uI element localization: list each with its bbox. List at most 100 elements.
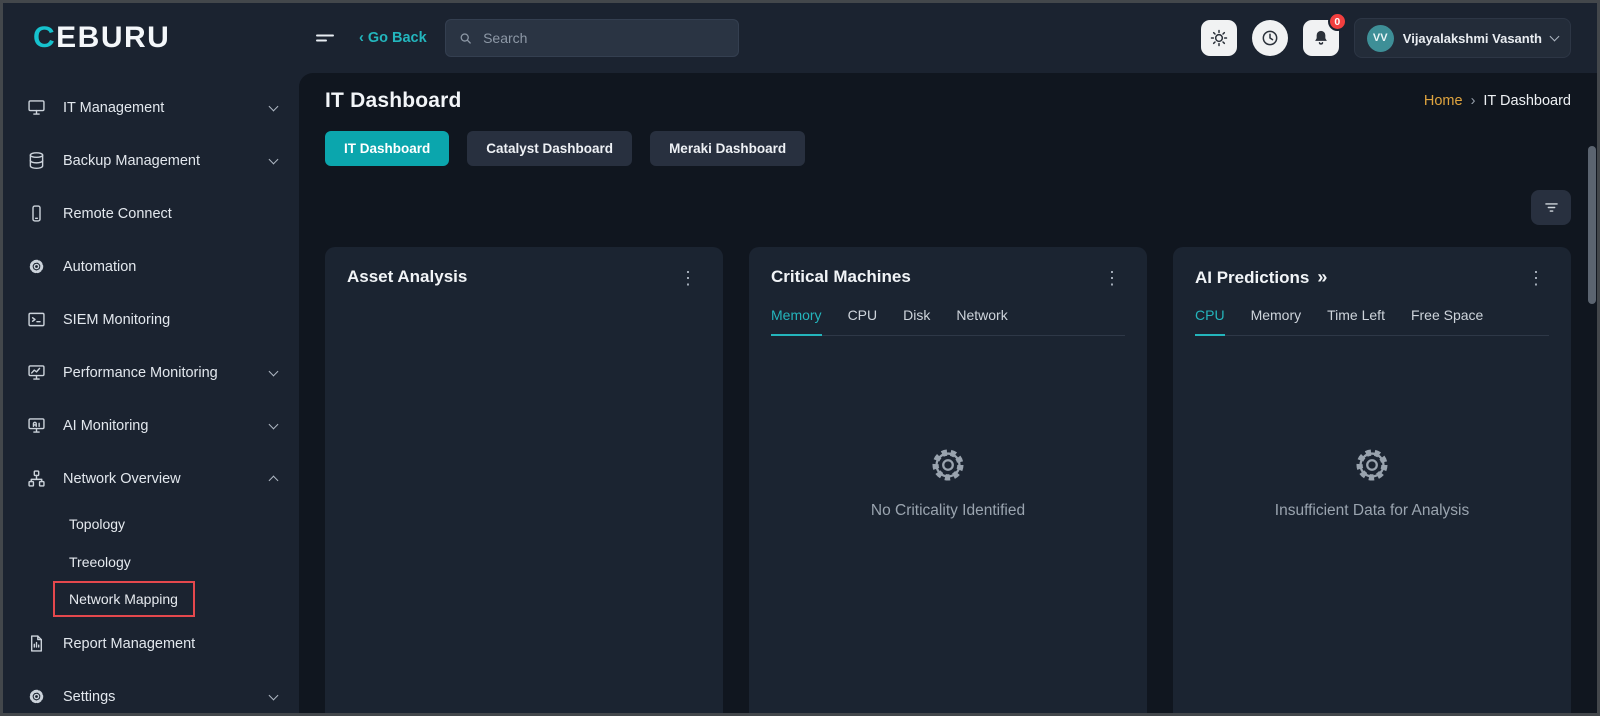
kebab-menu-icon[interactable]: ⋮ — [675, 267, 701, 289]
card-title: Critical Machines — [771, 267, 911, 286]
critical-machines-card: Critical Machines ⋮ Memory CPU Disk Netw… — [749, 247, 1147, 713]
asset-analysis-card: Asset Analysis ⋮ — [325, 247, 723, 713]
tab-cpu[interactable]: CPU — [848, 307, 878, 335]
kebab-menu-icon[interactable]: ⋮ — [1099, 267, 1125, 289]
chevron-down-icon — [268, 154, 279, 164]
avatar: VV — [1366, 24, 1394, 52]
sidebar-item-topology[interactable]: Topology — [3, 505, 299, 543]
go-back-label: Go Back — [367, 30, 427, 46]
tab-disk[interactable]: Disk — [903, 307, 930, 335]
header-actions: 0 VV Vijayalakshmi Vasanth — [1200, 12, 1571, 58]
remote-connect-icon — [25, 203, 47, 225]
tab-it-dashboard[interactable]: IT Dashboard — [325, 131, 450, 166]
clock-icon — [1262, 30, 1278, 46]
chevron-down-icon — [1549, 31, 1560, 42]
siem-monitoring-icon — [25, 309, 47, 331]
top-bar: CEBURU ‹ Go Back Search 0 VV Vijayalaksh… — [3, 3, 1597, 73]
expand-arrows-icon[interactable]: » — [1317, 267, 1327, 288]
tab-cpu[interactable]: CPU — [1195, 307, 1225, 336]
card-title: Asset Analysis — [347, 267, 468, 286]
user-name: Vijayalakshmi Vasanth — [1402, 30, 1542, 46]
sidebar-item-network-overview[interactable]: Network Overview — [3, 452, 299, 505]
sidebar-item-ai-monitoring[interactable]: AI Monitoring — [3, 399, 299, 452]
filter-button[interactable] — [1531, 190, 1571, 225]
go-back-link[interactable]: ‹ Go Back — [359, 30, 427, 46]
sun-icon — [1210, 29, 1228, 47]
network-overview-icon — [25, 468, 47, 490]
breadcrumb: Home › IT Dashboard — [1424, 93, 1571, 109]
ai-predictions-tabs: CPU Memory Time Left Free Space — [1195, 307, 1549, 336]
theme-toggle-button[interactable] — [1200, 20, 1237, 56]
gear-icon — [932, 449, 964, 481]
sidebar-item-siem-monitoring[interactable]: SIEM Monitoring — [3, 293, 299, 346]
tab-meraki-dashboard[interactable]: Meraki Dashboard — [650, 131, 806, 166]
app-window: CEBURU ‹ Go Back Search 0 VV Vijayalaksh… — [0, 0, 1600, 716]
empty-state: No Criticality Identified — [771, 444, 1125, 520]
empty-message: Insufficient Data for Analysis — [1274, 502, 1470, 519]
sidebar-item-treeology[interactable]: Treeology — [3, 543, 299, 581]
sidebar-item-automation[interactable]: Automation — [3, 240, 299, 293]
card-title-text: AI Predictions — [1195, 267, 1310, 287]
sidebar-item-remote-connect[interactable]: Remote Connect — [3, 187, 299, 240]
critical-machines-tabs: Memory CPU Disk Network — [771, 307, 1125, 336]
kebab-menu-icon[interactable]: ⋮ — [1523, 267, 1549, 289]
gear-icon — [1356, 449, 1388, 481]
menu-icon[interactable] — [309, 22, 341, 54]
filter-icon — [1544, 203, 1558, 212]
user-menu[interactable]: VV Vijayalakshmi Vasanth — [1353, 18, 1571, 58]
tab-free-space[interactable]: Free Space — [1411, 307, 1483, 335]
report-management-icon — [25, 633, 47, 655]
sidebar-subitem-label: Topology — [69, 516, 126, 532]
bell-icon — [1314, 30, 1327, 45]
backup-management-icon — [25, 150, 47, 172]
breadcrumb-current: IT Dashboard — [1483, 93, 1571, 109]
chevron-up-icon — [268, 475, 279, 486]
it-management-icon — [25, 97, 47, 119]
sidebar-item-performance-monitoring[interactable]: Performance Monitoring — [3, 346, 299, 399]
search-input[interactable] — [483, 30, 726, 46]
chevron-down-icon — [268, 419, 279, 429]
sidebar-item-label: Remote Connect — [63, 205, 172, 222]
performance-monitoring-icon — [25, 362, 47, 384]
logo-first-letter: C — [33, 21, 57, 54]
page-head: IT Dashboard Home › IT Dashboard — [325, 89, 1571, 113]
ai-predictions-card: AI Predictions » ⋮ CPU Memory Time Left … — [1173, 247, 1571, 713]
network-mapping-highlight-box: Network Mapping — [53, 581, 195, 617]
chevron-down-icon — [268, 101, 279, 111]
dashboard-tabs: IT Dashboard Catalyst Dashboard Meraki D… — [325, 131, 1571, 166]
card-head: Critical Machines ⋮ — [771, 267, 1125, 289]
sidebar-item-label: Automation — [63, 258, 137, 275]
breadcrumb-home-link[interactable]: Home — [1424, 93, 1463, 109]
chevron-down-icon — [268, 690, 279, 700]
automation-icon — [25, 256, 47, 278]
sidebar-item-label: Backup Management — [63, 152, 201, 169]
ceburu-logo[interactable]: CEBURU — [33, 21, 299, 55]
search-box[interactable] — [444, 19, 739, 57]
sidebar-item-it-management[interactable]: IT Management — [3, 81, 299, 134]
tab-memory[interactable]: Memory — [771, 307, 822, 336]
logo-area: CEBURU — [3, 21, 299, 55]
card-head: Asset Analysis ⋮ — [347, 267, 701, 289]
scrollbar-thumb[interactable] — [1588, 146, 1596, 304]
header-main: ‹ Go Back Search 0 VV Vijayalakshmi Vasa… — [299, 12, 1597, 58]
chevron-down-icon — [268, 366, 279, 376]
tab-time-left[interactable]: Time Left — [1327, 307, 1385, 335]
sidebar-item-report-management[interactable]: Report Management — [3, 617, 299, 670]
sidebar-item-label: Settings — [63, 688, 116, 705]
breadcrumb-separator: › — [1470, 93, 1476, 109]
scrollbar[interactable] — [1588, 146, 1596, 706]
card-title: AI Predictions » — [1195, 267, 1327, 288]
sidebar-item-network-mapping[interactable]: Network Mapping — [53, 581, 299, 617]
sidebar-item-settings[interactable]: Settings — [3, 670, 299, 713]
settings-gear-icon — [25, 686, 47, 708]
sidebar-item-backup-management[interactable]: Backup Management — [3, 134, 299, 187]
notifications-wrap: 0 — [1302, 12, 1347, 56]
sidebar-item-label: Network Overview — [63, 470, 181, 487]
logo-rest: EBURU — [56, 21, 171, 54]
empty-state: Insufficient Data for Analysis — [1195, 444, 1549, 520]
tab-memory[interactable]: Memory — [1251, 307, 1302, 335]
history-button[interactable] — [1251, 20, 1288, 56]
sidebar-subitem-label: Network Mapping — [69, 591, 178, 607]
tab-network[interactable]: Network — [956, 307, 1007, 335]
tab-catalyst-dashboard[interactable]: Catalyst Dashboard — [467, 131, 633, 166]
